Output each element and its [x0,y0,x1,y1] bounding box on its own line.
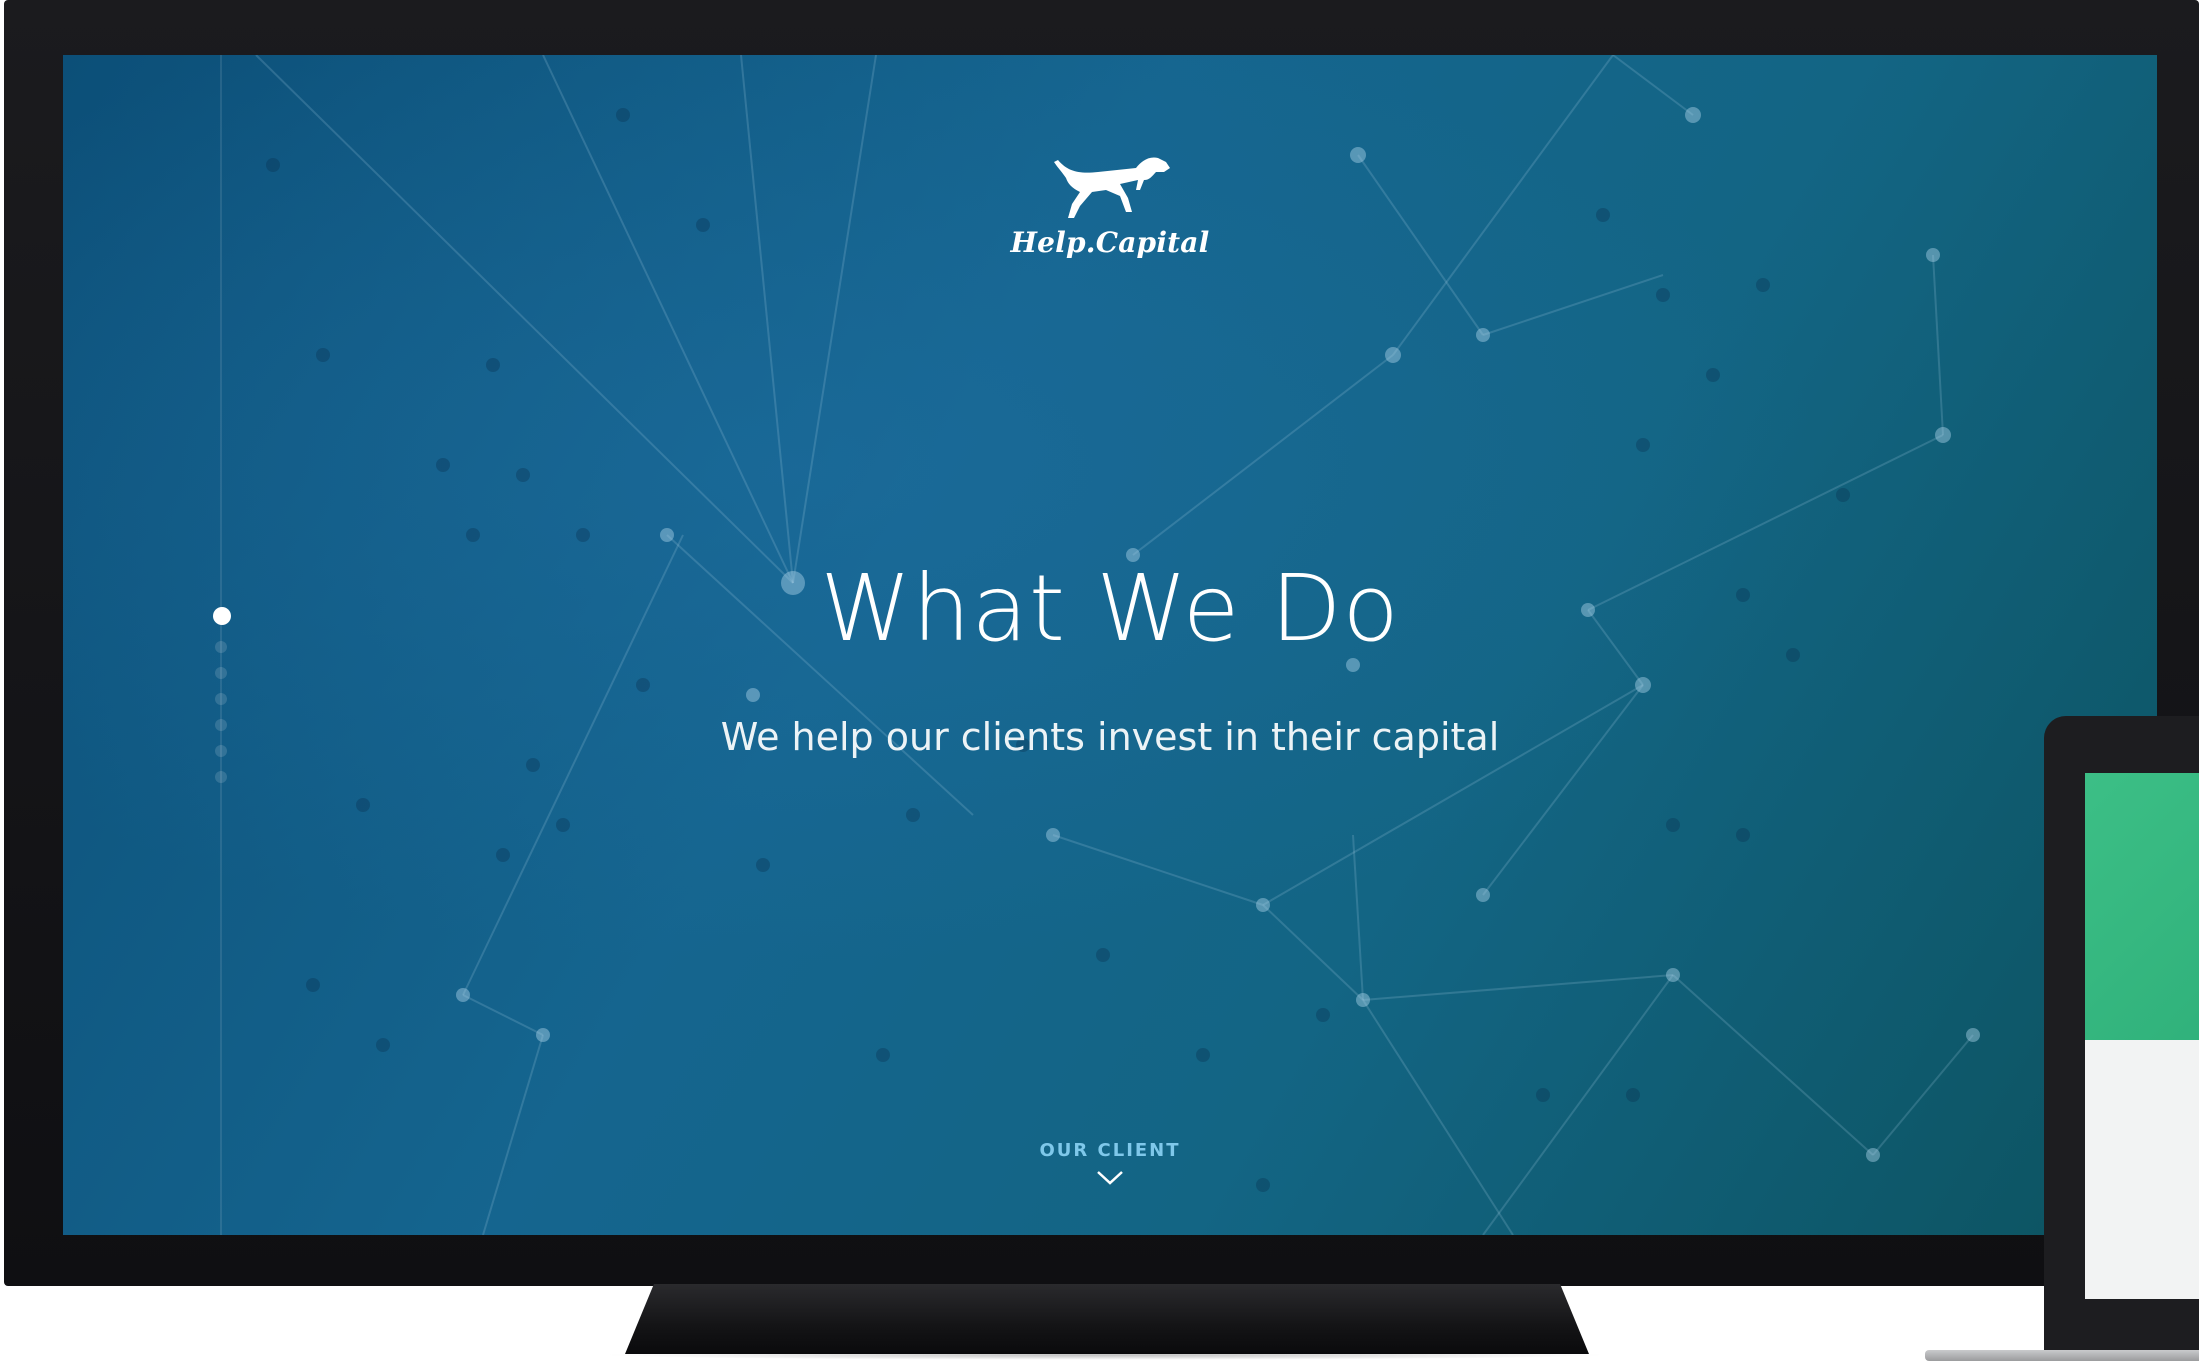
scroll-to-client-link[interactable]: OUR CLIENT [63,1140,2157,1187]
laptop-device [2044,716,2199,1356]
scroll-cue-label: OUR CLIENT [1039,1140,1181,1161]
section-nav-dot[interactable] [215,771,227,783]
chevron-down-icon [1097,1171,1123,1185]
hero-subtitle: We help our clients invest in their capi… [720,715,1500,759]
tv-stand-shadow [600,1350,1610,1360]
hero-title: What We Do [820,555,1400,662]
website-hero-screen: Help.Capital What We Do We help our clie… [63,55,2157,1235]
laptop-base [1925,1350,2199,1361]
pointer-dog-icon [1054,157,1170,218]
brand-name: Help.Capital [1010,226,1210,259]
section-nav-dot[interactable] [215,693,227,705]
section-nav-dot[interactable] [215,667,227,679]
tv-stand [625,1284,1589,1354]
laptop-hero-block [2085,773,2199,1040]
brand-logo[interactable]: Help.Capital [63,150,2157,259]
laptop-screen [2085,773,2199,1299]
